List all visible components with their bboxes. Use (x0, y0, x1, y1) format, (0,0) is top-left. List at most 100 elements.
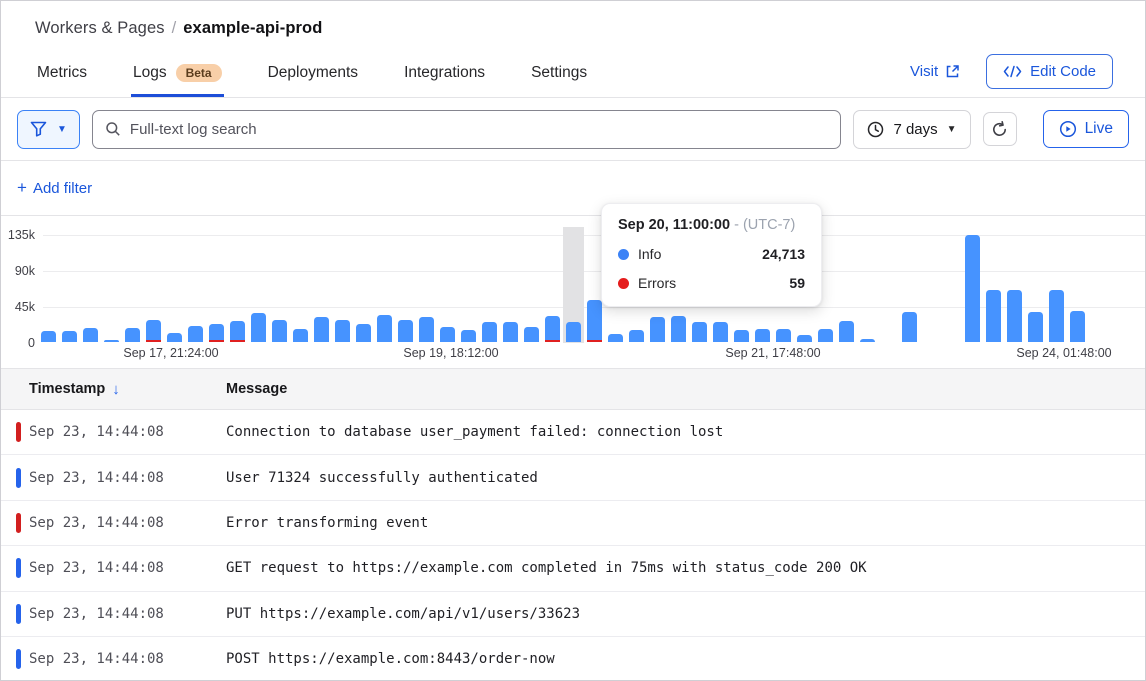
chart-bar[interactable] (293, 329, 308, 342)
chart-bar[interactable] (1070, 311, 1085, 342)
chart-bar[interactable] (356, 324, 371, 342)
chart-bar[interactable] (440, 327, 455, 342)
table-row[interactable]: Sep 23, 14:44:08User 71324 successfully … (1, 455, 1145, 500)
severity-indicator (16, 649, 21, 669)
tab-deployments[interactable]: Deployments (266, 52, 360, 97)
tooltip-series-row: Errors59 (618, 275, 805, 291)
chart-bar[interactable] (734, 330, 749, 342)
chart-bar[interactable] (713, 322, 728, 342)
table-row[interactable]: Sep 23, 14:44:08Error transforming event (1, 501, 1145, 546)
chart-bar[interactable] (1049, 290, 1064, 342)
legend-dot-icon (618, 278, 629, 289)
filter-bar: ▼ 7 days ▼ Live (1, 98, 1145, 161)
tooltip-series-row: Info24,713 (618, 246, 805, 262)
search-input[interactable] (130, 121, 829, 138)
log-message: GET request to https://example.com compl… (226, 560, 1145, 576)
y-axis-tick: 90k (1, 264, 35, 278)
chart-bar[interactable] (650, 317, 665, 342)
chart-bar[interactable] (209, 324, 224, 342)
chart-bar[interactable] (335, 320, 350, 342)
search-icon (105, 121, 121, 137)
table-row[interactable]: Sep 23, 14:44:08PUT https://example.com/… (1, 592, 1145, 637)
chart-bar[interactable] (125, 328, 140, 342)
x-axis-tick: Sep 21, 17:48:00 (725, 346, 820, 360)
chart-bar[interactable] (545, 316, 560, 342)
table-row[interactable]: Sep 23, 14:44:08POST https://example.com… (1, 637, 1145, 681)
chart-bar[interactable] (503, 322, 518, 342)
table-row[interactable]: Sep 23, 14:44:08Connection to database u… (1, 410, 1145, 455)
chart-bar[interactable] (482, 322, 497, 342)
table-row[interactable]: Sep 23, 14:44:08GET request to https://e… (1, 546, 1145, 591)
log-message: Connection to database user_payment fail… (226, 424, 1145, 440)
visit-link[interactable]: Visit (910, 63, 960, 80)
chart-bar[interactable] (776, 329, 791, 342)
refresh-button[interactable] (983, 112, 1017, 146)
tab-integrations[interactable]: Integrations (402, 52, 487, 97)
gridline (43, 235, 1145, 236)
tab-settings[interactable]: Settings (529, 52, 589, 97)
chart-bar[interactable] (692, 322, 707, 342)
chart-bar[interactable] (965, 235, 980, 342)
chart-bar[interactable] (272, 320, 287, 342)
tab-logs[interactable]: Logs Beta (131, 52, 224, 97)
breadcrumb-separator: / (172, 19, 177, 37)
add-filter-row: + Add filter (1, 161, 1145, 216)
refresh-icon (991, 121, 1008, 138)
chart-bar[interactable] (230, 321, 245, 342)
chart-bar[interactable] (377, 315, 392, 342)
chart-bar[interactable] (587, 300, 602, 342)
chart-bar[interactable] (104, 340, 119, 342)
chart-bar[interactable] (566, 322, 581, 342)
chart-bar[interactable] (188, 326, 203, 342)
chart-bar[interactable] (419, 317, 434, 342)
chart-bar[interactable] (461, 330, 476, 342)
external-link-icon (945, 64, 960, 79)
chart-bar[interactable] (41, 331, 56, 342)
chevron-down-icon: ▼ (947, 124, 957, 135)
chart-bar[interactable] (671, 316, 686, 342)
severity-indicator (16, 558, 21, 578)
breadcrumb-section-link[interactable]: Workers & Pages (35, 19, 165, 37)
log-volume-chart: 135k90k45k0Sep 17, 21:24:00Sep 19, 18:12… (1, 216, 1145, 369)
log-message: User 71324 successfully authenticated (226, 470, 1145, 486)
breadcrumb: Workers & Pages/example-api-prod (35, 19, 1113, 38)
chart-bar[interactable] (398, 320, 413, 342)
chart-bar[interactable] (986, 290, 1001, 342)
sort-desc-icon: ↓ (112, 381, 120, 398)
log-message: Error transforming event (226, 515, 1145, 531)
chart-bar[interactable] (146, 320, 161, 342)
chart-bar[interactable] (629, 330, 644, 342)
chart-bar[interactable] (251, 313, 266, 342)
add-filter-button[interactable]: + Add filter (17, 178, 92, 198)
chart-bar[interactable] (83, 328, 98, 342)
chart-bar[interactable] (860, 339, 875, 342)
chart-bar[interactable] (1028, 312, 1043, 342)
time-range-dropdown[interactable]: 7 days ▼ (853, 110, 970, 149)
log-table-header: Timestamp ↓ Message (1, 369, 1145, 410)
filter-menu-button[interactable]: ▼ (17, 110, 80, 149)
column-header-timestamp[interactable]: Timestamp ↓ (1, 381, 226, 398)
log-message: POST https://example.com:8443/order-now (226, 651, 1145, 667)
chart-bar[interactable] (797, 335, 812, 342)
chart-bar[interactable] (62, 331, 77, 342)
severity-indicator (16, 604, 21, 624)
chart-bar[interactable] (524, 327, 539, 342)
edit-code-button[interactable]: Edit Code (986, 54, 1113, 89)
x-axis-tick: Sep 17, 21:24:00 (123, 346, 218, 360)
log-table-body: Sep 23, 14:44:08 Connection to database u… (1, 410, 1145, 681)
chart-bar[interactable] (314, 317, 329, 342)
chart-bar[interactable] (167, 333, 182, 342)
chart-bar[interactable] (818, 329, 833, 342)
live-button[interactable]: Live (1043, 110, 1129, 148)
chart-bar[interactable] (1007, 290, 1022, 342)
tab-metrics[interactable]: Metrics (35, 52, 89, 97)
log-timestamp: Sep 23, 14:44:08 (1, 560, 226, 576)
chart-bar[interactable] (902, 312, 917, 342)
chart-bar[interactable] (839, 321, 854, 342)
tooltip-series-value: 59 (789, 275, 805, 291)
severity-indicator (16, 513, 21, 533)
chart-bar[interactable] (608, 334, 623, 342)
log-search-box (92, 110, 842, 149)
log-timestamp: Sep 23, 14:44:08 (1, 515, 226, 531)
chart-bar[interactable] (755, 329, 770, 342)
